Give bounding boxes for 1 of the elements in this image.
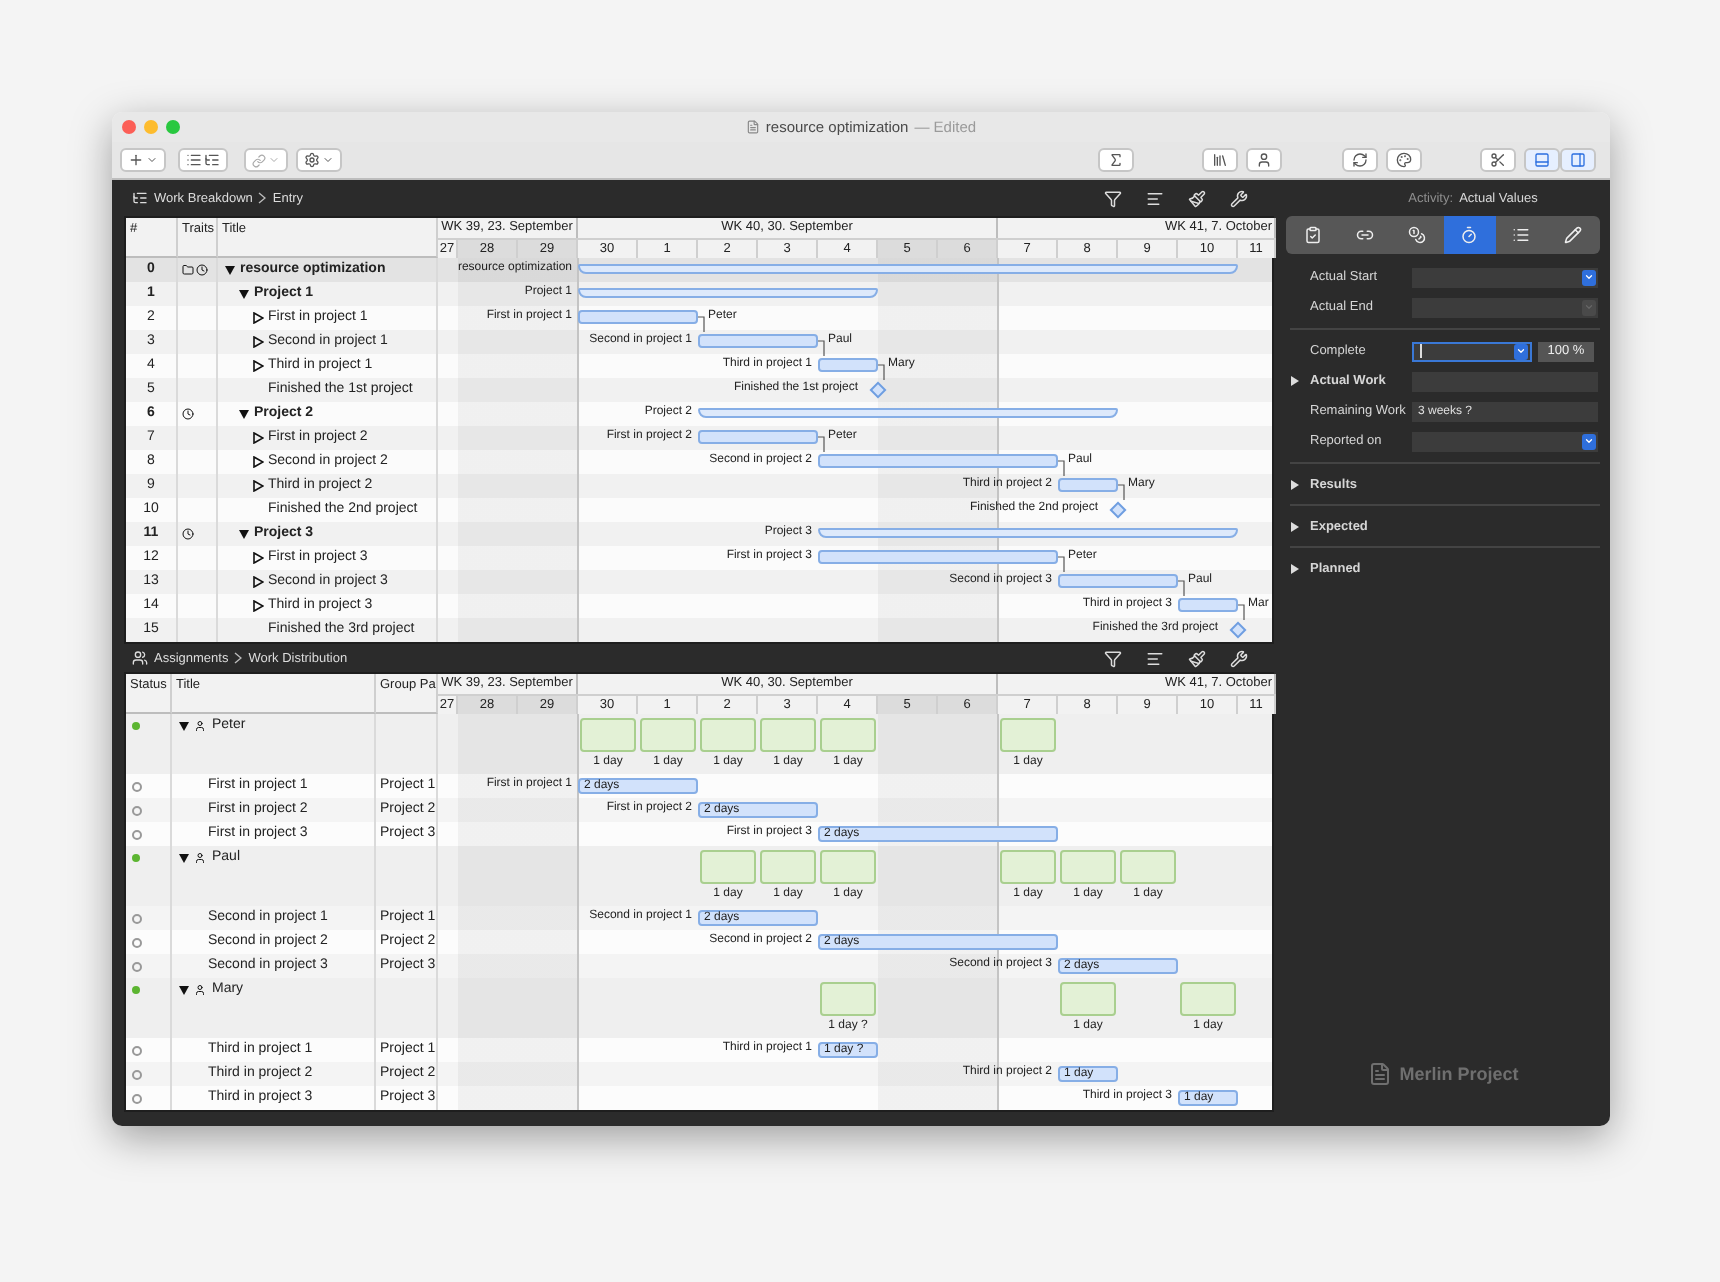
- logo-text: Merlin Project: [1399, 1064, 1519, 1084]
